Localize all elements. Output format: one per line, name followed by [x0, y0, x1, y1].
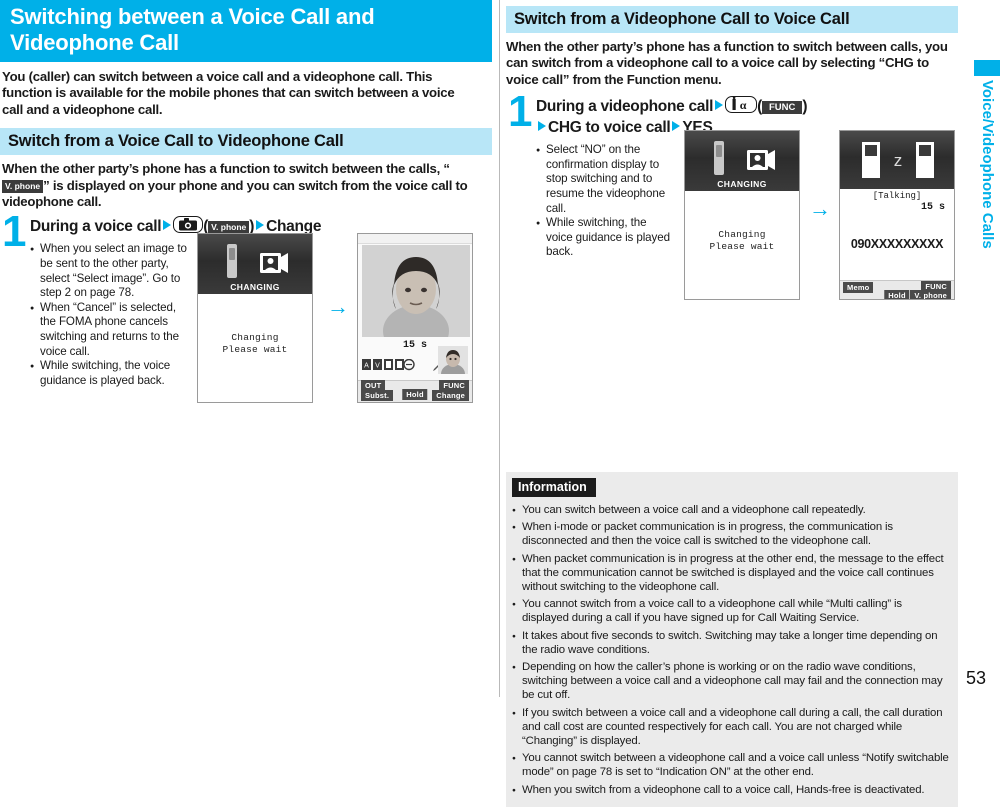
manual-page: Switching between a Voice Call and Video… [0, 0, 1004, 807]
imode-func-key-icon[interactable]: α [725, 96, 758, 114]
arrow-triangle-icon-2 [538, 121, 546, 132]
self-video-thumbnail [438, 346, 468, 375]
information-item: When you switch from a videophone call t… [512, 783, 950, 798]
lead-text-part1: When the other party’s phone has a funct… [2, 161, 450, 177]
information-box: Information You can switch between a voi… [506, 471, 958, 807]
screen-top-strip [358, 234, 472, 245]
step-title-part-a: During a voice call [30, 218, 162, 236]
phone-number: 090XXXXXXXXX [850, 236, 944, 251]
information-item: It takes about five seconds to switch. S… [512, 629, 950, 657]
step-bullets-left: When you select an image to be sent to t… [30, 242, 188, 388]
information-item: You cannot switch from a voice call to a… [512, 597, 950, 625]
arrow-triangle-icon [163, 220, 172, 231]
videophone-icon [260, 251, 290, 280]
changing-line-1: Changing [231, 332, 279, 344]
arrow-triangle-icon-3 [672, 121, 681, 132]
handset-icon [224, 244, 240, 283]
step-title-part-b: CHG to voice call [548, 119, 671, 137]
func-chip-key: FUNC [761, 101, 803, 115]
phone-screen-changing-left: CHANGING Changing Please wait [197, 233, 313, 404]
call-status: [Talking] [872, 190, 922, 201]
screen-body: [Talking] 15 s 090XXXXXXXXX Memo Hold FU… [840, 190, 954, 299]
phone-screen-talking: z [Talking] 15 s 090XXXXXXXXX Memo Hold … [839, 129, 955, 300]
screen-body: Changing Please wait [685, 228, 799, 299]
step-title-part-a: During a videophone call [536, 98, 714, 116]
call-timer: 15 s [920, 201, 945, 213]
softkey-change[interactable]: Change [432, 390, 469, 402]
information-item: You cannot switch between a videophone c… [512, 751, 950, 779]
side-tab: Voice/Videophone Calls [972, 60, 1002, 249]
status-icon-row: A V [362, 358, 424, 376]
videophone-icon [747, 148, 777, 177]
page-number: 53 [965, 668, 986, 688]
bullet-item: Select “NO” on the confirmation display … [536, 143, 676, 216]
two-handsets-icon: z [858, 140, 938, 185]
screen-header: CHANGING [685, 130, 799, 191]
information-item: When i-mode or packet communication is i… [512, 520, 950, 548]
lead-text-part2: ” is displayed on your phone and you can… [2, 177, 468, 210]
information-title: Information [512, 477, 596, 497]
information-item: If you switch between a voice call and a… [512, 706, 950, 749]
section-lead-left: When the other party’s phone has a funct… [0, 155, 492, 210]
information-item: Depending on how the caller’s phone is w… [512, 660, 950, 703]
phone-screen-changing-right: CHANGING Changing Please wait [684, 129, 800, 300]
screen-header: z [840, 130, 954, 189]
transition-arrow-left: → [327, 294, 349, 320]
side-tab-label: Voice/Videophone Calls [979, 80, 996, 249]
step-number: 1 [2, 207, 27, 257]
phone-screen-videophone-left: 15 s A V OUT Subst. Hold FUNC Change [357, 233, 473, 404]
changing-line-1: Changing [718, 228, 766, 240]
svg-text:A: A [364, 363, 369, 370]
arrow-triangle-icon [715, 100, 724, 111]
svg-text:α: α [740, 98, 747, 112]
bullet-item: While switching, the voice guidance is p… [30, 359, 188, 388]
information-item: You can switch between a voice call and … [512, 503, 950, 518]
side-tab-block [974, 60, 1000, 76]
right-column: Switch from a Videophone Call to Voice C… [506, 0, 958, 807]
step-bullets-right: Select “NO” on the confirmation display … [536, 143, 676, 260]
softkey-hold[interactable]: Hold [884, 289, 910, 299]
left-column: Switching between a Voice Call and Video… [0, 0, 492, 697]
screen-header-label: CHANGING [717, 178, 767, 189]
screen-header-label: CHANGING [230, 282, 280, 293]
camera-key-icon[interactable] [173, 216, 204, 234]
changing-line-2: Please wait [709, 240, 775, 252]
v-phone-chip-inline: V. phone [2, 179, 44, 193]
bullet-item: When you select an image to be sent to t… [30, 242, 188, 300]
section-heading-left: Switch from a Voice Call to Videophone C… [0, 128, 492, 156]
key-caption-close: ) [802, 98, 808, 116]
section-heading-right: Switch from a Videophone Call to Voice C… [506, 6, 958, 33]
column-divider [499, 0, 500, 697]
bullet-item: While switching, the voice guidance is p… [536, 216, 676, 260]
transition-arrow-right: → [809, 195, 831, 221]
changing-line-2: Please wait [222, 344, 288, 356]
svg-text:z: z [894, 151, 903, 170]
softkey-v-phone[interactable]: V. phone [910, 289, 951, 299]
screen-header: CHANGING [198, 234, 312, 295]
softkey-hold[interactable]: Hold [402, 389, 428, 401]
screen-body: Changing Please wait [198, 332, 312, 403]
page-title: Switching between a Voice Call and Video… [0, 0, 492, 62]
handset-icon [711, 140, 727, 180]
step-number: 1 [508, 87, 533, 137]
softkey-subst[interactable]: Subst. [361, 390, 394, 402]
information-item: When packet communication is in progress… [512, 552, 950, 595]
svg-text:V: V [375, 363, 380, 370]
bullet-item: When “Cancel” is selected, the FOMA phon… [30, 301, 188, 359]
section-lead-right: When the other party’s phone has a funct… [506, 39, 948, 87]
softkey-memo[interactable]: Memo [843, 281, 874, 293]
intro-paragraph: You (caller) can switch between a voice … [2, 69, 455, 117]
arrow-triangle-icon-2 [256, 220, 265, 231]
remote-party-video [362, 245, 470, 338]
